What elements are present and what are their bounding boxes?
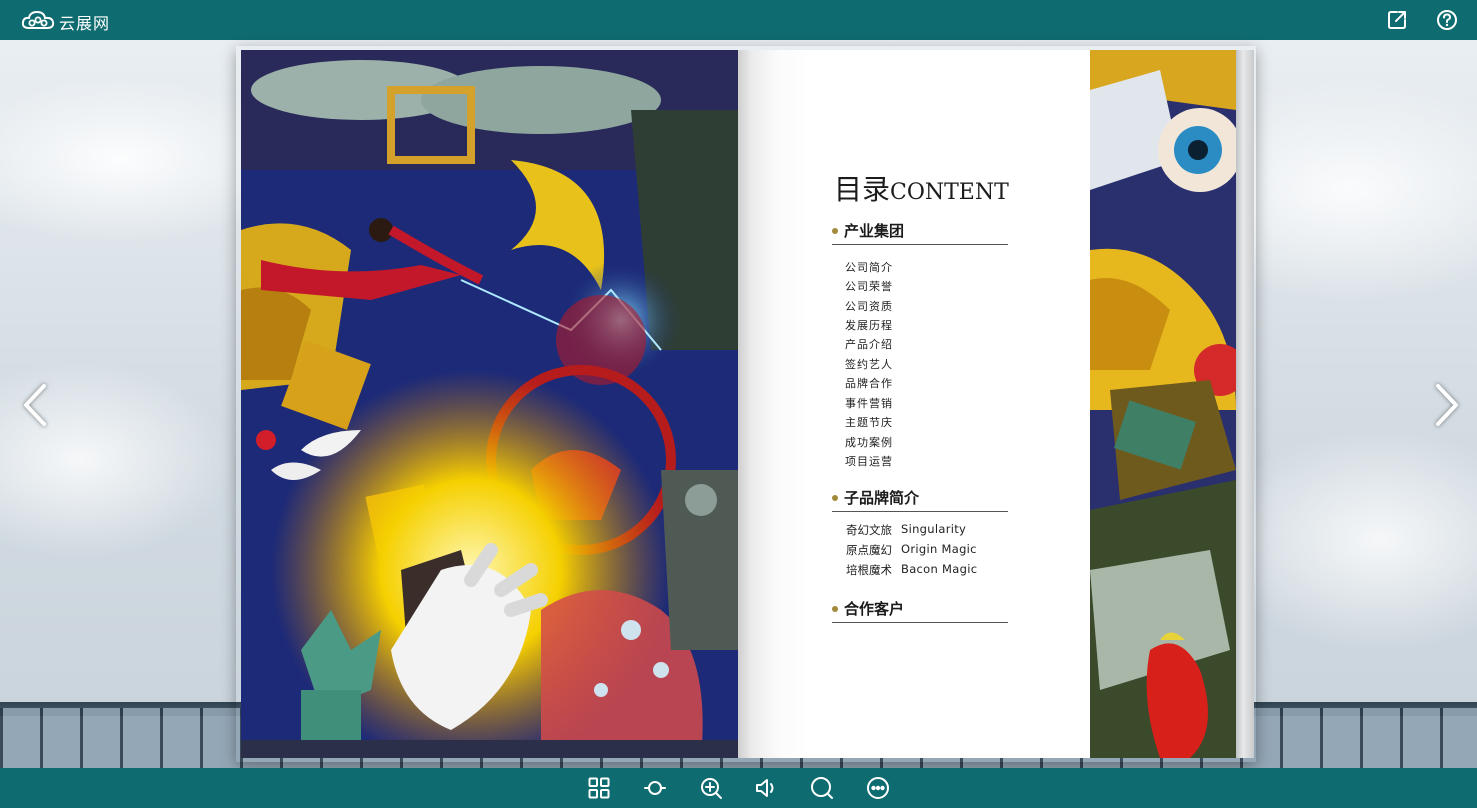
toc-item[interactable]: 主题节庆 <box>845 414 893 430</box>
zoom-in-button[interactable] <box>699 776 723 800</box>
previous-page-button[interactable] <box>20 380 50 430</box>
cloud-logo-icon <box>21 9 55 35</box>
thumbnails-button[interactable] <box>587 776 611 800</box>
autoplay-button[interactable] <box>643 776 667 800</box>
left-page-artwork[interactable] <box>241 50 738 758</box>
toc-title-cn: 目录 <box>834 173 891 206</box>
more-icon <box>866 777 890 804</box>
right-page-toc[interactable] <box>738 50 1090 758</box>
toc-section-heading[interactable]: 子品牌简介 <box>832 487 1008 512</box>
toc-section-heading[interactable]: 合作客户 <box>832 598 1008 623</box>
toc-title: 目录CONTENT <box>834 168 1009 208</box>
bullet-dot-icon <box>832 227 838 234</box>
toc-brand-item[interactable]: 原点魔幻 Origin Magic <box>846 542 977 558</box>
autoplay-icon <box>643 781 667 804</box>
more-button[interactable] <box>866 776 890 800</box>
search-button[interactable] <box>810 776 834 800</box>
toc-item[interactable]: 品牌合作 <box>845 375 893 391</box>
toc-item[interactable]: 签约艺人 <box>845 356 893 372</box>
next-page-button[interactable] <box>1432 380 1462 430</box>
top-bar: 云展网 <box>0 0 1477 40</box>
toc-item[interactable]: 产品介绍 <box>845 336 893 352</box>
toc-item[interactable]: 项目运营 <box>845 453 893 469</box>
thumbnails-icon <box>587 777 611 804</box>
toc-item[interactable]: 事件营销 <box>845 395 893 411</box>
toc-brand-item[interactable]: 奇幻文旅 Singularity <box>846 522 966 538</box>
toc-brand-item[interactable]: 培根魔术 Bacon Magic <box>846 562 977 578</box>
bottom-toolbar <box>0 768 1477 808</box>
book-page-edge <box>1236 50 1254 758</box>
toc-item[interactable]: 成功案例 <box>845 434 893 450</box>
bullet-dot-icon <box>832 605 838 612</box>
toc-item[interactable]: 公司荣誉 <box>845 278 893 294</box>
sound-icon <box>754 779 778 804</box>
share-icon[interactable] <box>1386 9 1408 31</box>
toc-item[interactable]: 公司简介 <box>845 259 893 275</box>
toc-section-heading[interactable]: 产业集团 <box>832 220 1008 245</box>
chevron-left-icon <box>20 384 50 434</box>
logo[interactable]: 云展网 <box>21 9 110 35</box>
chevron-right-icon <box>1432 384 1462 434</box>
sound-button[interactable] <box>754 776 778 800</box>
logo-text: 云展网 <box>59 14 111 33</box>
toc-item[interactable]: 发展历程 <box>845 317 893 333</box>
toc-item[interactable]: 公司资质 <box>845 298 893 314</box>
bullet-dot-icon <box>832 494 838 501</box>
search-icon <box>810 777 834 804</box>
toc-title-en: CONTENT <box>890 180 1009 205</box>
next-page-preview[interactable] <box>1090 50 1236 758</box>
zoom-in-icon <box>699 778 723 804</box>
help-icon[interactable] <box>1436 9 1458 31</box>
